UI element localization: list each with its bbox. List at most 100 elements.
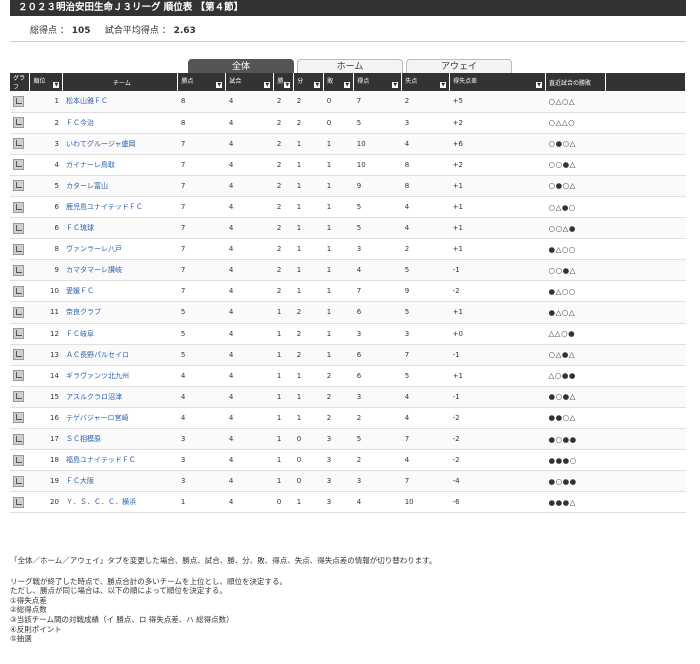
graph-icon[interactable] — [13, 285, 24, 297]
team-link[interactable]: 福島ユナイテッドＦＣ — [62, 449, 178, 472]
table-row: 13 ＡＣ長野パルセイロ 5 4 1 2 1 6 7 -1 ○△●△ — [10, 344, 686, 366]
team-link[interactable]: テゲバジャーロ宮崎 — [62, 407, 178, 430]
tab-overall[interactable]: 全体 — [188, 59, 294, 73]
graph-icon[interactable] — [13, 222, 24, 234]
team-link[interactable]: ギラヴァンツ北九州 — [62, 365, 178, 387]
tab-home[interactable]: ホーム — [297, 59, 403, 73]
wins-cell: 2 — [273, 259, 294, 282]
graph-icon[interactable] — [13, 328, 24, 340]
graph-icon[interactable] — [13, 349, 24, 361]
graph-icon[interactable] — [13, 180, 24, 192]
team-link[interactable]: カマタマーレ讃岐 — [62, 259, 178, 282]
games-cell: 4 — [225, 196, 274, 219]
team-link[interactable]: アスルクラロ沼津 — [62, 386, 178, 408]
points-cell: 7 — [177, 280, 226, 303]
graph-icon[interactable] — [13, 201, 24, 213]
losses-cell: 1 — [323, 196, 354, 219]
team-link[interactable]: ＡＣ長野パルセイロ — [62, 344, 178, 366]
tab-away[interactable]: アウェイ — [406, 59, 512, 73]
points-cell: 5 — [177, 323, 226, 345]
team-link[interactable]: 鹿児島ユナイテッドＦＣ — [62, 196, 178, 219]
goals-against-cell: 2 — [401, 238, 450, 261]
draws-cell: 1 — [293, 175, 324, 197]
col-games[interactable]: 試合 ▼ — [225, 73, 275, 91]
draws-cell: 1 — [293, 196, 324, 219]
points-cell: 4 — [177, 365, 226, 387]
goals-against-cell: 10 — [401, 491, 450, 514]
notes-rule: ④反則ポイント — [10, 624, 62, 634]
graph-icon[interactable] — [13, 159, 24, 171]
sort-icon[interactable]: ▼ — [264, 82, 271, 88]
losses-cell: 1 — [323, 217, 354, 240]
graph-icon[interactable] — [13, 391, 24, 403]
wins-cell: 1 — [273, 386, 294, 408]
sort-icon[interactable]: ▼ — [284, 82, 291, 88]
recent-results: △○●● — [545, 365, 606, 387]
graph-icon[interactable] — [13, 243, 24, 255]
team-link[interactable]: ＳＣ相模原 — [62, 428, 178, 451]
col-goal-diff[interactable]: 得失点差 ▼ — [449, 73, 547, 91]
sort-icon[interactable]: ▼ — [314, 82, 321, 88]
recent-results: ○△○△ — [545, 91, 606, 113]
graph-icon[interactable] — [13, 454, 24, 466]
sort-icon[interactable]: ▼ — [53, 82, 60, 88]
team-link[interactable]: 奈良クラブ — [62, 301, 178, 324]
graph-icon[interactable] — [13, 306, 24, 318]
draws-cell: 1 — [293, 407, 324, 430]
goal-diff-cell: -1 — [449, 386, 546, 408]
sort-icon[interactable]: ▼ — [440, 82, 447, 88]
team-link[interactable]: いわてグルージャ盛岡 — [62, 133, 178, 155]
rank-cell: 18 — [29, 449, 63, 472]
sort-icon[interactable]: ▼ — [216, 82, 223, 88]
col-wins[interactable]: 勝 ▼ — [273, 73, 295, 91]
table-row: 8 ヴァンラーレ八戸 7 4 2 1 1 3 2 +1 ●△○○ — [10, 238, 686, 261]
rank-cell: 17 — [29, 428, 63, 451]
losses-cell: 0 — [323, 91, 354, 113]
team-link[interactable]: ＦＣ大阪 — [62, 470, 178, 493]
col-goals-against[interactable]: 失点 ▼ — [401, 73, 451, 91]
graph-icon[interactable] — [13, 433, 24, 445]
graph-icon[interactable] — [13, 496, 24, 508]
col-points[interactable]: 勝点 ▼ — [177, 73, 227, 91]
goals-for-cell: 3 — [353, 238, 402, 261]
col-rank[interactable]: 順位 ▼ — [29, 73, 64, 91]
rank-cell: 13 — [29, 344, 63, 366]
sort-icon[interactable]: ▼ — [392, 82, 399, 88]
graph-icon[interactable] — [13, 117, 24, 129]
recent-results: ○△△○ — [545, 112, 606, 134]
team-link[interactable]: ヴァンラーレ八戸 — [62, 238, 178, 261]
points-cell: 7 — [177, 175, 226, 197]
team-link[interactable]: 愛媛ＦＣ — [62, 280, 178, 303]
team-link[interactable]: ＦＣ今治 — [62, 112, 178, 134]
col-losses[interactable]: 敗 ▼ — [323, 73, 355, 91]
team-link[interactable]: ＦＣ琉球 — [62, 217, 178, 240]
graph-cell — [10, 344, 30, 366]
team-link[interactable]: カターレ富山 — [62, 175, 178, 197]
goal-diff-cell: +0 — [449, 323, 546, 345]
col-team: チーム — [62, 73, 179, 91]
team-link[interactable]: Ｙ．Ｓ．Ｃ．Ｃ．横浜 — [62, 491, 178, 514]
goal-diff-cell: +1 — [449, 217, 546, 240]
team-link[interactable]: 松本山雅ＦＣ — [62, 91, 178, 113]
graph-icon[interactable] — [13, 264, 24, 276]
graph-icon[interactable] — [13, 412, 24, 424]
graph-icon[interactable] — [13, 138, 24, 150]
sort-icon[interactable]: ▼ — [536, 82, 543, 88]
wins-cell: 1 — [273, 449, 294, 472]
notes-rule: リーグ戦が終了した時点で、勝点合計の多いチームを上位とし、順位を決定する。 — [10, 576, 287, 586]
graph-cell — [10, 470, 30, 493]
wins-cell: 2 — [273, 133, 294, 155]
graph-icon[interactable] — [13, 95, 24, 107]
graph-icon[interactable] — [13, 370, 24, 382]
col-draws[interactable]: 分 ▼ — [293, 73, 325, 91]
points-cell: 3 — [177, 449, 226, 472]
table-row: 3 いわてグルージャ盛岡 7 4 2 1 1 10 4 +6 ○●○△ — [10, 133, 686, 155]
table-row: 15 アスルクラロ沼津 4 4 1 1 2 3 4 -1 ●○●△ — [10, 386, 686, 408]
rank-cell: 2 — [29, 112, 63, 134]
sort-icon[interactable]: ▼ — [344, 82, 351, 88]
table-row: 17 ＳＣ相模原 3 4 1 0 3 5 7 -2 ●○●● — [10, 428, 686, 451]
team-link[interactable]: ＦＣ岐阜 — [62, 323, 178, 345]
col-goals-for[interactable]: 得点 ▼ — [353, 73, 403, 91]
team-link[interactable]: ガイナーレ鳥取 — [62, 154, 178, 176]
graph-icon[interactable] — [13, 475, 24, 487]
